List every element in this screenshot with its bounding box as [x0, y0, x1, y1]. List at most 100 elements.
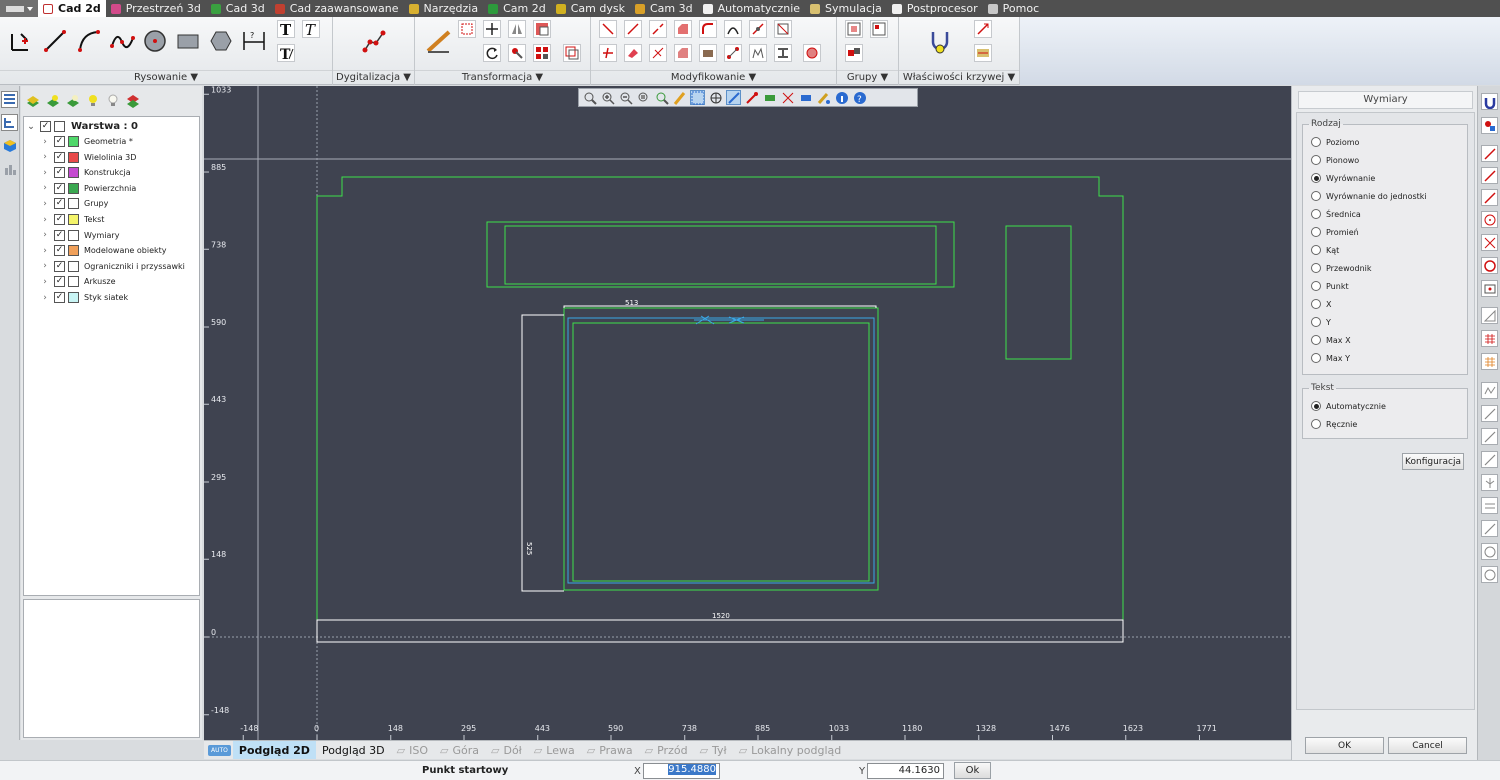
cancel-button[interactable]: Cancel: [1388, 737, 1467, 754]
menu-tab-11[interactable]: Pomoc: [983, 0, 1044, 17]
explode-button[interactable]: [774, 20, 792, 38]
radio-button[interactable]: [1311, 137, 1321, 147]
menu-tab-3[interactable]: Cad zaawansowane: [270, 0, 404, 17]
extend-button[interactable]: [624, 20, 642, 38]
radio-option[interactable]: Y: [1311, 315, 1331, 329]
menu-tab-10[interactable]: Postprocesor: [887, 0, 983, 17]
right-tool-button[interactable]: [1481, 189, 1498, 206]
bottom-dimension-box[interactable]: [316, 619, 1124, 643]
layer-item[interactable]: › ✓ Styk siatek: [40, 290, 128, 305]
layer-root[interactable]: ⌄ ✓ Warstwa : 0: [26, 119, 138, 134]
arc-button[interactable]: [75, 27, 103, 55]
layer-checkbox[interactable]: ✓: [54, 167, 65, 179]
layer-item[interactable]: › ✓ Tekst: [40, 212, 104, 227]
radio-option[interactable]: Poziomo: [1311, 135, 1359, 149]
layer-item[interactable]: › ✓ Modelowane obiekty: [40, 243, 167, 258]
layer-color-swatch[interactable]: [68, 292, 79, 303]
arc-modify-button[interactable]: [724, 20, 742, 38]
rectangle-button[interactable]: [174, 27, 202, 55]
trim-button[interactable]: [599, 20, 617, 38]
chevron-right-icon[interactable]: ›: [40, 215, 50, 225]
snap-end-button[interactable]: [744, 90, 759, 105]
join-button[interactable]: [749, 20, 767, 38]
right-tool-button[interactable]: [1481, 405, 1498, 422]
right-tool-button[interactable]: [1481, 211, 1498, 228]
right-tool-button[interactable]: [1481, 353, 1498, 370]
radio-button[interactable]: [1311, 191, 1321, 201]
dimension-text-bottom[interactable]: 1520: [712, 612, 730, 620]
right-tool-button[interactable]: [1481, 543, 1498, 560]
group-caption[interactable]: Modyfikowanie ▼: [591, 70, 836, 83]
x-coordinate-input[interactable]: 915.4880: [643, 763, 720, 779]
radio-button[interactable]: [1311, 155, 1321, 165]
view-tab[interactable]: ▱ Lokalny podgląd: [733, 741, 848, 759]
profile-button[interactable]: [749, 44, 767, 62]
layer-item[interactable]: › ✓ Geometria *: [40, 134, 133, 149]
group-edit-button[interactable]: [845, 44, 863, 62]
snap-line-button[interactable]: [726, 90, 741, 105]
snap-mid-button[interactable]: [762, 90, 777, 105]
radio-option[interactable]: Pionowo: [1311, 153, 1359, 167]
layer-checkbox[interactable]: ✓: [54, 151, 65, 163]
info-button[interactable]: [834, 90, 849, 105]
radio-button[interactable]: [1311, 173, 1321, 183]
right-tool-button[interactable]: [1481, 167, 1498, 184]
bulb-on-button[interactable]: [85, 94, 100, 109]
right-tool-button[interactable]: [1481, 474, 1498, 491]
group-caption[interactable]: Grupy ▼: [837, 70, 898, 83]
view-tab[interactable]: ▱ Góra: [434, 741, 485, 759]
text-button[interactable]: T: [277, 20, 295, 38]
menu-tab-4[interactable]: Narzędzia: [404, 0, 484, 17]
radio-option[interactable]: Promień: [1311, 225, 1359, 239]
dimension-text-left[interactable]: 525: [525, 542, 533, 555]
offset-button[interactable]: [563, 44, 581, 62]
layer-light-on-button[interactable]: [45, 94, 60, 109]
y-coordinate-input[interactable]: 44.1630: [867, 763, 944, 779]
radio-button[interactable]: [1311, 245, 1321, 255]
layer-item[interactable]: › ✓ Arkusze: [40, 274, 116, 289]
scale-button[interactable]: [533, 20, 551, 38]
right-tool-button[interactable]: [1481, 93, 1498, 110]
layer-color-swatch[interactable]: [68, 198, 79, 210]
layer-item[interactable]: › ✓ Wymiary: [40, 228, 119, 243]
selection-window-button[interactable]: [690, 90, 705, 105]
polygon-button[interactable]: [207, 27, 235, 55]
zoom-window-button[interactable]: [636, 90, 651, 105]
right-tool-button[interactable]: [1481, 307, 1498, 324]
point-button[interactable]: [7, 27, 35, 55]
chevron-right-icon[interactable]: ›: [40, 183, 50, 193]
spline-button[interactable]: [108, 27, 136, 55]
radio-button[interactable]: [1311, 335, 1321, 345]
layer-checkbox[interactable]: ✓: [54, 198, 65, 210]
right-tool-button[interactable]: [1481, 280, 1498, 297]
radio-button[interactable]: [1311, 263, 1321, 273]
radio-option[interactable]: Wyrównanie do jednostki: [1311, 189, 1427, 203]
chevron-right-icon[interactable]: ›: [40, 277, 50, 287]
line-button[interactable]: [41, 27, 69, 55]
group-caption[interactable]: Transformacja ▼: [415, 70, 590, 83]
menu-tab-1[interactable]: Przestrzeń 3d: [106, 0, 206, 17]
snap-intersection-button[interactable]: [780, 90, 795, 105]
snap-point-button[interactable]: [798, 90, 813, 105]
array-button[interactable]: [533, 44, 551, 62]
view-tab[interactable]: ▱ Tył: [694, 741, 733, 759]
radio-button[interactable]: [1311, 299, 1321, 309]
layer-item[interactable]: › ✓ Grupy: [40, 196, 108, 211]
layer-color-swatch[interactable]: [68, 151, 79, 163]
erase-button[interactable]: [624, 44, 642, 62]
group-caption[interactable]: Dygitalizacja ▼: [333, 70, 414, 83]
layer-checkbox[interactable]: ✓: [54, 276, 65, 288]
layer-color-swatch[interactable]: [68, 260, 79, 272]
layer-root-checkbox[interactable]: ✓: [40, 121, 51, 132]
chevron-right-icon[interactable]: ›: [40, 152, 50, 162]
layer-color-swatch[interactable]: [68, 214, 79, 225]
layer-checkbox[interactable]: ✓: [54, 214, 65, 225]
central-pocket-selected[interactable]: [567, 317, 875, 584]
zoom-fit-button[interactable]: [582, 90, 597, 105]
chevron-right-icon[interactable]: ›: [40, 199, 50, 209]
dimension-text-top[interactable]: 513: [625, 299, 638, 307]
group-ungroup-button[interactable]: [870, 20, 888, 38]
break-button[interactable]: [649, 20, 667, 38]
radio-option[interactable]: Ręcznie: [1311, 417, 1357, 431]
view-tab[interactable]: ▱ Dół: [485, 741, 528, 759]
